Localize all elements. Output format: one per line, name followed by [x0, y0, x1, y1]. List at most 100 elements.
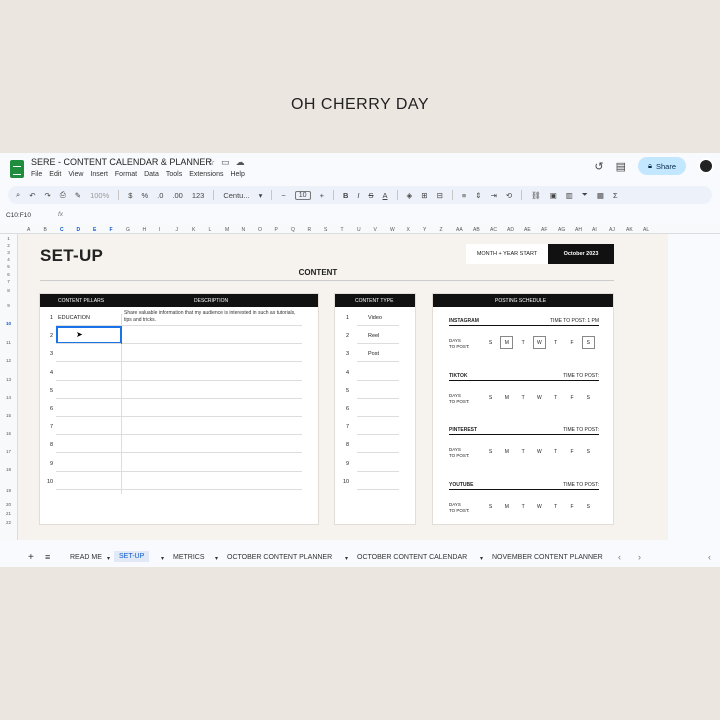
- column-header[interactable]: AD: [507, 227, 514, 233]
- text-color-icon[interactable]: A: [382, 191, 387, 200]
- history-icon[interactable]: ↺: [594, 160, 603, 173]
- day-checkbox[interactable]: M: [500, 336, 514, 349]
- merge-cells-icon[interactable]: ⊟: [437, 191, 443, 200]
- time-to-post[interactable]: TIME TO POST:: [563, 373, 599, 379]
- day-checkbox[interactable]: W: [533, 500, 546, 513]
- column-header[interactable]: L: [209, 227, 212, 233]
- day-checkbox[interactable]: T: [549, 500, 562, 513]
- column-header[interactable]: F: [110, 227, 113, 233]
- name-box[interactable]: C10:F10: [6, 212, 31, 219]
- column-header[interactable]: H: [143, 227, 147, 233]
- time-to-post[interactable]: TIME TO POST:: [563, 482, 599, 488]
- row-header[interactable]: 16: [0, 431, 17, 436]
- column-header[interactable]: D: [77, 227, 81, 233]
- chevron-down-icon[interactable]: ▾: [345, 555, 348, 562]
- comment-icon[interactable]: ▣: [550, 191, 557, 200]
- time-to-post[interactable]: TIME TO POST:: [563, 427, 599, 433]
- row-header[interactable]: 18: [0, 467, 17, 472]
- day-checkbox[interactable]: F: [566, 336, 579, 349]
- column-header[interactable]: M: [225, 227, 229, 233]
- menu-item[interactable]: Edit: [49, 171, 61, 178]
- column-header[interactable]: K: [192, 227, 195, 233]
- cloud-status-icon[interactable]: ☁: [236, 157, 245, 168]
- day-checkbox[interactable]: F: [566, 445, 579, 458]
- undo-icon[interactable]: ↶: [29, 191, 35, 200]
- menu-item[interactable]: Help: [230, 171, 244, 178]
- column-header[interactable]: N: [242, 227, 246, 233]
- day-checkbox[interactable]: T: [549, 336, 562, 349]
- menu-item[interactable]: View: [68, 171, 83, 178]
- row-header[interactable]: 4: [0, 257, 17, 262]
- row-header[interactable]: 19: [0, 488, 17, 493]
- borders-icon[interactable]: ⊞: [421, 191, 427, 200]
- share-button[interactable]: 🔒︎ Share: [637, 157, 686, 175]
- column-header[interactable]: AG: [558, 227, 565, 233]
- star-icon[interactable]: ☆: [207, 157, 215, 168]
- day-checkbox[interactable]: M: [500, 445, 513, 458]
- row-header[interactable]: 1: [0, 236, 17, 241]
- currency-button[interactable]: $: [128, 191, 132, 200]
- day-checkbox[interactable]: S: [484, 336, 497, 349]
- explore-collapse-icon[interactable]: ‹: [708, 552, 711, 562]
- increase-decimal-icon[interactable]: .00: [172, 191, 182, 200]
- column-header[interactable]: AE: [524, 227, 531, 233]
- add-sheet-icon[interactable]: +: [28, 552, 34, 563]
- row-header[interactable]: 9: [0, 303, 17, 308]
- column-header[interactable]: A: [27, 227, 30, 233]
- menu-item[interactable]: Tools: [166, 171, 182, 178]
- chevron-down-icon[interactable]: ▾: [107, 555, 110, 562]
- day-checkbox[interactable]: T: [517, 445, 530, 458]
- sheet-tab[interactable]: SET-UP: [114, 551, 150, 562]
- sheets-logo-icon[interactable]: [10, 160, 24, 178]
- day-checkbox[interactable]: F: [566, 391, 579, 404]
- italic-icon[interactable]: I: [357, 191, 359, 200]
- column-header[interactable]: I: [159, 227, 160, 233]
- comments-icon[interactable]: ▤: [616, 160, 626, 173]
- menu-item[interactable]: File: [31, 171, 42, 178]
- scroll-left-icon[interactable]: ‹: [618, 552, 621, 562]
- row-header[interactable]: 17: [0, 449, 17, 454]
- column-header[interactable]: B: [44, 227, 47, 233]
- day-checkbox[interactable]: S: [484, 391, 497, 404]
- zoom-select[interactable]: 100%: [90, 191, 109, 200]
- sheet-tab[interactable]: METRICS: [173, 554, 205, 561]
- row-header[interactable]: 5: [0, 264, 17, 269]
- font-select[interactable]: Centu...: [223, 191, 249, 200]
- row-header[interactable]: 22: [0, 520, 17, 525]
- filter-views-icon[interactable]: ▦: [597, 191, 604, 200]
- sheet-tab[interactable]: OCTOBER CONTENT CALENDAR: [357, 554, 467, 561]
- day-checkbox[interactable]: M: [500, 391, 513, 404]
- pillar-value[interactable]: EDUCATION: [58, 315, 90, 321]
- chart-icon[interactable]: ▥: [566, 191, 573, 200]
- chevron-down-icon[interactable]: ▾: [480, 555, 483, 562]
- sheet-tab[interactable]: OCTOBER CONTENT PLANNER: [227, 554, 332, 561]
- content-type-value[interactable]: Post: [368, 351, 379, 357]
- day-checkbox[interactable]: T: [549, 391, 562, 404]
- number-format-button[interactable]: 123: [192, 191, 205, 200]
- avatar[interactable]: [698, 158, 714, 174]
- text-rotation-icon[interactable]: ⟲: [506, 191, 512, 200]
- font-size-input[interactable]: 10: [294, 190, 311, 200]
- decrease-font-icon[interactable]: −: [281, 191, 285, 200]
- row-header[interactable]: 2: [0, 243, 17, 248]
- scroll-right-icon[interactable]: ›: [638, 552, 641, 562]
- day-checkbox[interactable]: T: [517, 336, 530, 349]
- filter-icon[interactable]: ⏷: [582, 190, 588, 200]
- content-type-value[interactable]: Video: [368, 315, 382, 321]
- column-header[interactable]: T: [341, 227, 344, 233]
- column-header[interactable]: AF: [541, 227, 547, 233]
- column-header[interactable]: P: [275, 227, 278, 233]
- sheet-tab[interactable]: READ ME: [70, 554, 102, 561]
- link-icon[interactable]: ⛓: [531, 191, 541, 200]
- row-header[interactable]: 12: [0, 358, 17, 363]
- row-header[interactable]: 10: [0, 321, 17, 326]
- month-year-value[interactable]: October 2023: [548, 244, 614, 264]
- column-header[interactable]: O: [258, 227, 262, 233]
- day-checkbox[interactable]: S: [484, 500, 497, 513]
- row-header[interactable]: 13: [0, 377, 17, 382]
- print-icon[interactable]: ⎙: [60, 190, 66, 200]
- strikethrough-icon[interactable]: S: [368, 191, 373, 200]
- align-horizontal-icon[interactable]: ≡: [462, 191, 466, 200]
- column-header[interactable]: G: [126, 227, 130, 233]
- column-header[interactable]: AB: [473, 227, 480, 233]
